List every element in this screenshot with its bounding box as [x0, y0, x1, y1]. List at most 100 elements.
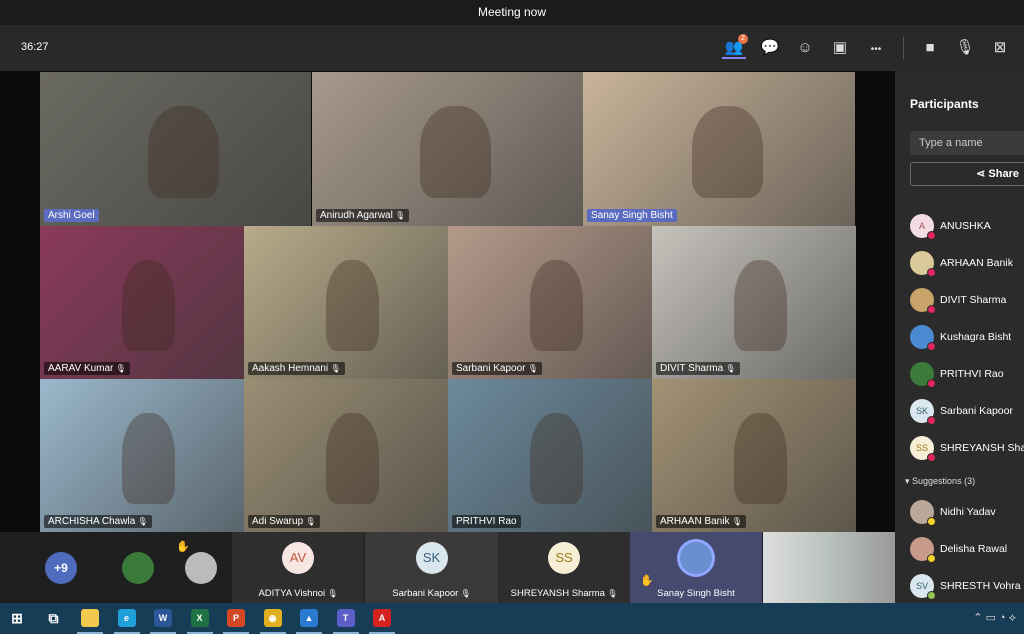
mic-muted-icon: 🎙︎ — [604, 589, 618, 598]
reactions-button[interactable]: ☺ — [793, 37, 817, 59]
participant-name: PRITHVI Rao — [456, 516, 517, 527]
photos-taskbar-button[interactable]: ▲ — [300, 609, 318, 627]
participant-name: ADITYA Vishnoi — [258, 588, 326, 599]
participant-video — [733, 412, 787, 505]
mic-muted-icon: 🎙︎ — [723, 364, 736, 373]
participant-video — [420, 105, 491, 199]
participant-list-item[interactable]: ARHAAN Banik — [910, 248, 1013, 278]
more-icon: ••• — [870, 44, 882, 55]
participant-name: Sarbani Kapoor — [940, 405, 1013, 417]
video-name-label: Adi Swarup 🎙︎ — [248, 515, 320, 528]
more-button[interactable]: ••• — [864, 37, 888, 59]
participant-video — [691, 105, 763, 199]
rooms-button[interactable]: ▣ — [828, 37, 852, 59]
participant-video — [529, 259, 583, 352]
participant-search-input[interactable] — [910, 131, 1024, 155]
window-title: Meeting now — [0, 0, 1024, 25]
presence-status-icon — [927, 379, 936, 388]
acrobat-icon: A — [378, 613, 386, 623]
chat-button[interactable]: 💬 — [758, 37, 782, 59]
participant-video — [325, 412, 379, 505]
participant-avatar[interactable] — [185, 552, 217, 584]
video-name-label: Anirudh Agarwal 🎙︎ — [316, 209, 410, 222]
participant-tile[interactable]: SK Sarbani Kapoor 🎙︎ — [365, 532, 498, 603]
camera-button[interactable]: ■ — [918, 37, 942, 59]
participant-name: DIVIT Sharma — [940, 294, 1007, 306]
participant-video — [121, 259, 175, 352]
participant-name: Anirudh Agarwal — [320, 210, 393, 221]
task-view-icon: ⧉ — [48, 610, 59, 626]
participant-strip: +9 ✋ AV ADITYA Vishnoi 🎙︎ SK Sarbani Kapoor 🎙… — [0, 532, 895, 603]
participant-list-item[interactable]: A ANUSHKA — [910, 211, 991, 241]
start-taskbar-button[interactable]: ⊞ — [8, 609, 26, 627]
system-tray[interactable]: ⌃ ▭ ◔ ⟡ — [973, 611, 1016, 625]
participant-name: Kushagra Bisht — [940, 331, 1012, 343]
participant-name: Sanay Singh Bisht — [591, 210, 673, 221]
participants-button[interactable]: 👥 2 — [722, 34, 748, 59]
avatar: A — [910, 214, 936, 240]
chrome-taskbar-button[interactable]: ◉ — [263, 609, 282, 627]
participant-video — [529, 412, 583, 505]
participant-list-item[interactable]: SV SHRESTH Vohra — [910, 571, 1021, 601]
participant-list-item[interactable]: PRITHVI Rao — [910, 359, 1004, 389]
video-name-label: PRITHVI Rao — [452, 515, 521, 528]
avatar: AV — [282, 542, 314, 574]
participant-list-item[interactable]: Nidhi Yadav — [910, 497, 996, 527]
edge-icon: e — [123, 613, 129, 623]
teams-taskbar-button[interactable]: T — [336, 609, 355, 627]
avatar: SK — [910, 399, 936, 425]
video-tile[interactable]: AARAV Kumar 🎙︎ — [40, 226, 244, 379]
participant-list-item[interactable]: SS SHREYANSH Sharma — [910, 433, 1024, 463]
participant-list-item[interactable]: DIVIT Sharma — [910, 285, 1006, 315]
participant-list-item[interactable]: Kushagra Bisht — [910, 322, 1011, 352]
participant-name: ARCHISHA Chawla — [48, 516, 136, 527]
video-name-label: DIVIT Sharma 🎙︎ — [656, 362, 740, 375]
task-view-taskbar-button[interactable]: ⧉ — [45, 609, 63, 627]
share-screen-button[interactable]: ⊠ — [988, 37, 1012, 59]
participant-name-label: Sanay Singh Bisht — [630, 588, 762, 599]
powerpoint-icon: P — [232, 613, 239, 623]
video-tile[interactable]: Adi Swarup 🎙︎ — [244, 379, 448, 532]
meeting-toolbar: 36:27 👥 2 💬 ☺ ▣ ••• ■ 🎙 ⊠ — [0, 25, 1024, 71]
participant-tile[interactable]: SS SHREYANSH Sharma 🎙︎ — [498, 532, 630, 603]
avatar: SS — [548, 542, 580, 574]
share-invite-button[interactable]: ⋖ Share — [910, 162, 1024, 186]
acrobat-taskbar-button[interactable]: A — [373, 609, 391, 627]
video-name-label: Aakash Hemnani 🎙︎ — [248, 362, 345, 375]
participant-name: SHREYANSH Sharma — [940, 442, 1024, 454]
mic-button[interactable]: 🎙 — [953, 37, 977, 59]
video-tile[interactable]: Sanay Singh Bisht — [583, 72, 855, 226]
excel-taskbar-button[interactable]: X — [190, 609, 209, 627]
overflow-participants-button[interactable]: +9 — [45, 552, 77, 584]
avatar-initials: AV — [289, 550, 307, 565]
video-tile[interactable]: ARCHISHA Chawla 🎙︎ — [40, 379, 244, 532]
self-video[interactable] — [763, 532, 895, 603]
reactions-icon: ☺ — [797, 39, 813, 56]
file-explorer-taskbar-button[interactable] — [81, 609, 99, 627]
video-tile[interactable]: PRITHVI Rao — [448, 379, 652, 532]
powerpoint-taskbar-button[interactable]: P — [227, 609, 245, 627]
excel-icon: X — [196, 613, 203, 623]
participant-list-item[interactable]: SK Sarbani Kapoor — [910, 396, 1013, 426]
video-tile[interactable]: Sarbani Kapoor 🎙︎ — [448, 226, 652, 379]
participant-name: AARAV Kumar — [48, 363, 114, 374]
word-taskbar-button[interactable]: W — [154, 609, 172, 627]
participant-name: Delisha Rawal — [940, 543, 1008, 555]
participant-tile[interactable]: Sanay Singh Bisht ✋ — [630, 532, 762, 603]
video-tile[interactable]: ARHAAN Banik 🎙︎ — [652, 379, 856, 532]
video-tile[interactable]: Arshi Goel — [40, 72, 311, 226]
presence-status-icon — [927, 517, 936, 526]
camera-icon: ■ — [925, 39, 935, 56]
video-tile[interactable]: Aakash Hemnani 🎙︎ — [244, 226, 448, 379]
participant-list-item[interactable]: Delisha Rawal — [910, 534, 1007, 564]
participant-tile[interactable]: AV ADITYA Vishnoi 🎙︎ — [232, 532, 364, 603]
suggestions-header[interactable]: ▾ Suggestions (3) — [905, 476, 975, 487]
participant-avatar[interactable] — [122, 552, 154, 584]
edge-taskbar-button[interactable]: e — [117, 609, 136, 627]
video-tile[interactable]: Anirudh Agarwal 🎙︎ — [312, 72, 583, 226]
video-tile[interactable]: DIVIT Sharma 🎙︎ — [652, 226, 856, 379]
share-label: Share — [988, 168, 1019, 180]
word-icon: W — [158, 613, 168, 623]
participant-name: Nidhi Yadav — [940, 506, 996, 518]
video-name-label: Sanay Singh Bisht — [587, 209, 677, 222]
